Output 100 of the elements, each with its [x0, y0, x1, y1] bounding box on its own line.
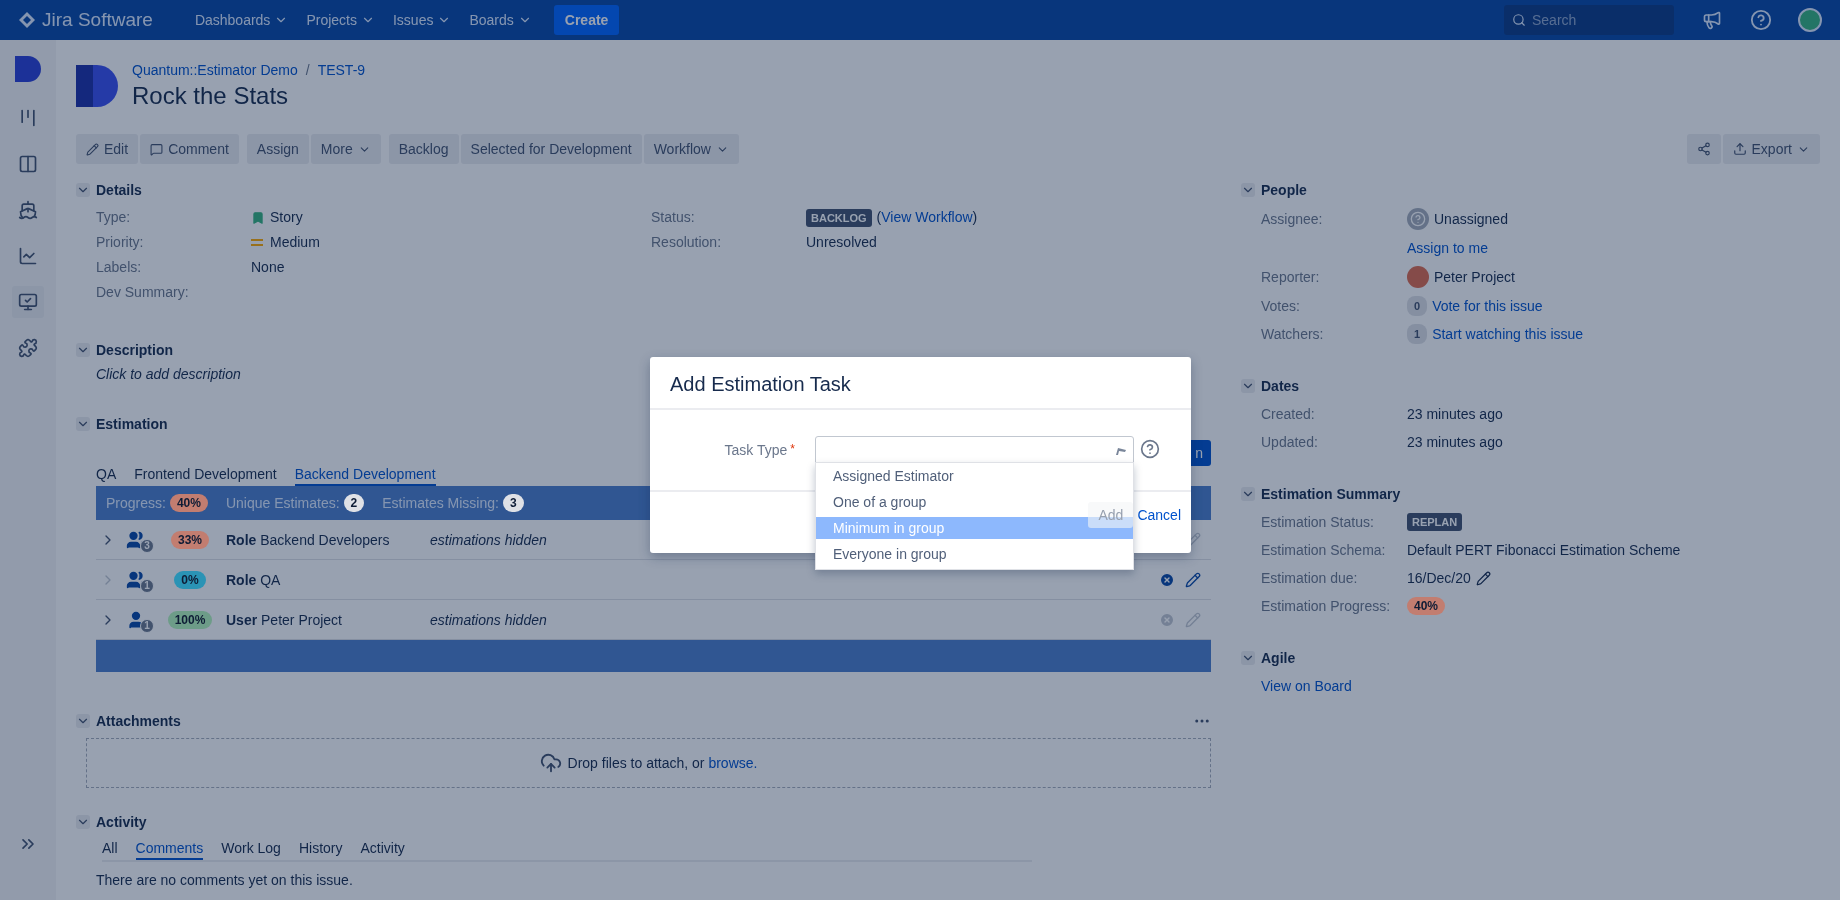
toolbar-button[interactable]: Edit [76, 134, 139, 164]
field-value: Medium [270, 233, 320, 252]
empty-message: There are no comments yet on this issue. [96, 872, 354, 888]
collapse-toggle-icon[interactable] [76, 714, 90, 728]
field-label: Dev Summary: [96, 283, 190, 302]
breadcrumb-link[interactable]: TEST-9 [317, 62, 366, 78]
section-title: Activity [96, 814, 147, 830]
field-label: Watchers: [1261, 325, 1325, 344]
section-title: Agile [1261, 650, 1296, 666]
field-value: 23 minutes ago [1407, 433, 1504, 452]
section-title: Attachments [96, 713, 181, 729]
toolbar-button[interactable]: Export [1722, 134, 1820, 164]
activity-tab[interactable]: Comments [135, 840, 204, 860]
project-avatar[interactable] [15, 56, 41, 82]
dialog-title: Add Estimation Task [650, 357, 1191, 410]
estimation-tab[interactable]: QA [96, 466, 117, 486]
board-link[interactable]: View on Board [1261, 676, 1407, 696]
field-label: Votes: [1261, 297, 1301, 316]
summary-label: Unique Estimates: [225, 495, 340, 511]
project-avatar [76, 65, 118, 107]
user-avatar[interactable] [1798, 8, 1822, 32]
field-value: Story [270, 208, 303, 227]
breadcrumb-separator: / [305, 62, 310, 78]
browse-link[interactable]: browse. [708, 755, 758, 771]
remove-icon[interactable] [1159, 571, 1175, 588]
section-title: Details [96, 182, 142, 198]
avatar [1407, 266, 1429, 288]
export-icon [1732, 142, 1747, 156]
toolbar-button[interactable]: Selected for Development [460, 134, 642, 164]
group-icon [126, 529, 146, 550]
percent-badge: 33% [171, 530, 209, 549]
toolbar-button[interactable]: Backlog [388, 134, 459, 164]
section-title: Estimation Summary [1261, 486, 1401, 502]
percent-badge: 0% [174, 570, 206, 589]
logo-text: Jira Software [42, 9, 153, 31]
collapse-toggle-icon[interactable] [1241, 487, 1255, 501]
section-title: Description [96, 342, 173, 358]
member-count: 3 [140, 538, 154, 553]
help-icon[interactable] [1140, 439, 1160, 459]
field-value: Unassigned [1434, 210, 1508, 229]
assign-link[interactable]: Assign to me [1407, 238, 1820, 258]
field-value: Peter Project [1434, 268, 1515, 287]
watch-link[interactable]: Start watching this issue [1432, 324, 1584, 344]
summary-label: Estimates Missing: [382, 495, 499, 511]
collapse-toggle-icon[interactable] [1241, 651, 1255, 665]
assignee-text: Role Backend Developers [226, 531, 391, 548]
dropdown-option[interactable]: Everyone in group [816, 543, 1133, 565]
field-value: 16/Dec/20 [1407, 569, 1471, 588]
dropdown-option[interactable]: Assigned Estimator [816, 465, 1133, 487]
toolbar-button[interactable]: Assign [246, 134, 309, 164]
nav-menu[interactable]: Boards [467, 8, 534, 32]
priority-icon [251, 237, 265, 248]
collapse-toggle-icon[interactable] [76, 417, 90, 431]
collapse-toggle-icon[interactable] [76, 183, 90, 197]
field-label: Estimation Schema: [1261, 541, 1387, 560]
pencil-icon [86, 142, 99, 156]
paren: (View Workflow) [876, 208, 978, 227]
unknown-user-icon [1407, 208, 1429, 230]
field-label: Task Type [724, 442, 788, 458]
vote-link[interactable]: Vote for this issue [1432, 296, 1543, 316]
description-placeholder[interactable]: Click to add description [96, 366, 241, 382]
percent-badge: 100% [167, 610, 213, 629]
collapse-toggle-icon[interactable] [1241, 379, 1255, 393]
breadcrumb-link[interactable]: Quantum::Estimator Demo [132, 62, 298, 78]
watcher-count: 1 [1407, 324, 1428, 344]
estimation-tab[interactable]: Frontend Development [134, 466, 277, 486]
member-count: 1 [140, 618, 154, 633]
activity-tab[interactable]: History [298, 840, 343, 860]
toolbar-button[interactable]: More [310, 134, 381, 164]
nav-menu[interactable]: Dashboards [192, 8, 291, 32]
edit-icon[interactable] [1475, 570, 1491, 586]
megaphone-icon[interactable] [1702, 10, 1722, 30]
toolbar-button[interactable]: Comment [140, 134, 239, 164]
nav-menu[interactable]: Issues [390, 8, 454, 32]
cloud-upload-icon [539, 752, 562, 774]
nav-menu[interactable]: Projects [304, 8, 377, 32]
field-value: 23 minutes ago [1407, 405, 1504, 424]
activity-tab[interactable]: All [102, 840, 118, 860]
collapse-toggle-icon[interactable] [76, 815, 90, 829]
field-value: Default PERT Fibonacci Estimation Scheme [1407, 541, 1682, 560]
count-badge: 3 [502, 494, 524, 512]
comment-icon [150, 142, 164, 156]
field-label: Estimation Status: [1261, 513, 1375, 532]
status-badge: REPLAN [1407, 513, 1463, 531]
monitor-check-icon[interactable] [12, 286, 44, 318]
collapse-toggle-icon[interactable] [1241, 183, 1255, 197]
create-button[interactable]: Create [553, 5, 620, 35]
edit-icon[interactable] [1185, 571, 1201, 588]
activity-tab[interactable]: Work Log [221, 840, 281, 860]
field-label: Estimation Progress: [1261, 597, 1392, 616]
share-button[interactable] [1686, 134, 1721, 164]
field-label: Created: [1261, 405, 1316, 424]
collapse-toggle-icon[interactable] [76, 343, 90, 357]
activity-tab[interactable]: Activity [360, 840, 405, 860]
view-workflow-link[interactable]: View Workflow [881, 209, 973, 225]
cancel-link[interactable]: Cancel [1137, 507, 1181, 523]
field-label: Resolution: [651, 233, 723, 252]
member-count: 1 [140, 578, 154, 593]
toolbar-button[interactable]: Workflow [643, 134, 739, 164]
search-field[interactable]: Search [1504, 5, 1674, 35]
